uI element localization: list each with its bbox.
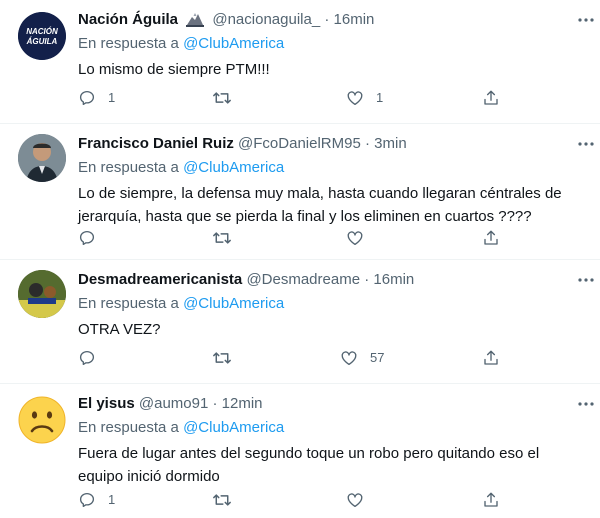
like-button[interactable] [346,228,376,248]
share-icon [484,350,498,365]
retweet-button[interactable] [212,228,244,248]
tweet[interactable]: El yisus @aumo91 · 12min En respuesta a … [0,384,600,518]
tweet-actions: 1 [78,490,548,510]
reply-prefix: En respuesta a [78,159,179,176]
tweet[interactable]: NACIÓN ÁGUILA Nación Águila @nacionaguil… [0,0,600,124]
reply-count: 1 [108,90,116,105]
retweet-icon [213,352,231,364]
share-icon [484,492,498,507]
tweet[interactable]: Francisco Daniel Ruiz @FcoDanielRM95 · 3… [0,124,600,260]
display-name[interactable]: Francisco Daniel Ruiz [78,135,234,152]
eagle-badge-icon [186,11,205,33]
retweet-button[interactable] [212,348,244,368]
retweet-icon [213,494,231,506]
tweet-actions [78,228,548,248]
reply-mention[interactable]: @ClubAmerica [183,35,284,52]
reply-prefix: En respuesta a [78,295,179,312]
more-icon[interactable] [576,134,596,154]
replies-feed: NACIÓN ÁGUILA Nación Águila @nacionaguil… [0,0,600,518]
reply-button[interactable] [78,348,108,368]
like-button[interactable]: 57 [340,348,384,368]
reply-icon [79,230,95,246]
like-count: 57 [370,350,385,365]
tweet-actions: 1 1 [78,88,548,108]
reply-button[interactable]: 1 [78,88,115,108]
reply-button[interactable] [78,228,108,248]
share-button[interactable] [482,88,500,108]
tweet-header: Francisco Daniel Ruiz @FcoDanielRM95 · 3… [78,134,554,154]
retweet-icon [213,92,231,104]
timestamp[interactable]: 16min [334,11,375,28]
like-icon [347,231,363,246]
share-button[interactable] [482,228,500,248]
reply-icon [79,90,95,106]
avatar-photo [18,134,66,182]
reply-icon [79,350,95,366]
more-icon[interactable] [576,10,596,30]
avatar-photo [18,270,66,318]
display-name[interactable]: El yisus [78,395,135,412]
share-button[interactable] [482,348,500,368]
tweet-header: Desmadreamericanista @Desmadreame · 16mi… [78,270,554,290]
display-name[interactable]: Nación Águila [78,11,178,28]
share-icon [484,90,498,105]
retweet-button[interactable] [212,88,244,108]
handle[interactable]: @Desmadreame [246,271,360,288]
like-count: 1 [376,90,384,105]
like-icon [347,91,363,106]
more-icon[interactable] [576,270,596,290]
like-button[interactable]: 1 [346,88,383,108]
reply-context: En respuesta a @ClubAmerica [78,34,284,54]
svg-text:NACIÓN: NACIÓN [26,27,58,36]
reply-prefix: En respuesta a [78,35,179,52]
reply-mention[interactable]: @ClubAmerica [183,419,284,436]
timestamp[interactable]: 16min [373,271,414,288]
handle[interactable]: @aumo91 [139,395,208,412]
timestamp[interactable]: 3min [374,135,407,152]
sad-face-icon [18,396,66,444]
avatar[interactable] [18,134,66,182]
share-button[interactable] [482,490,500,510]
tweet[interactable]: Desmadreamericanista @Desmadreame · 16mi… [0,260,600,384]
tweet-text: Lo de siempre, la defensa muy mala, hast… [78,185,562,225]
display-name[interactable]: Desmadreamericanista [78,271,242,288]
separator: · [364,271,370,288]
reply-context: En respuesta a @ClubAmerica [78,294,284,314]
handle[interactable]: @nacionaguila_ [212,11,320,28]
separator: · [212,395,218,412]
reply-icon [79,492,95,508]
tweet-actions: 57 [78,348,548,368]
reply-button[interactable]: 1 [78,490,115,510]
like-button[interactable] [346,490,376,510]
avatar-logo: NACIÓN ÁGUILA [18,12,66,60]
avatar[interactable]: NACIÓN ÁGUILA [18,12,66,60]
reply-mention[interactable]: @ClubAmerica [183,159,284,176]
avatar[interactable] [18,270,66,318]
more-icon[interactable] [576,394,596,414]
avatar[interactable] [18,396,66,444]
reply-mention[interactable]: @ClubAmerica [183,295,284,312]
handle[interactable]: @FcoDanielRM95 [238,135,361,152]
tweet-text: Fuera de lugar antes del segundo toque u… [78,445,540,485]
separator: · [365,135,370,152]
tweet-header: El yisus @aumo91 · 12min [78,394,554,414]
tweet-text: Lo mismo de siempre PTM!!! [78,61,270,78]
tweet-header: Nación Águila @nacionaguila_ · 16min [78,10,554,30]
separator: · [324,11,330,28]
reply-context: En respuesta a @ClubAmerica [78,418,284,438]
like-icon [341,351,357,366]
timestamp[interactable]: 12min [222,395,263,412]
tweet-text: OTRA VEZ? [78,321,161,338]
reply-context: En respuesta a @ClubAmerica [78,158,284,178]
retweet-button[interactable] [212,490,244,510]
svg-text:ÁGUILA: ÁGUILA [26,37,58,46]
retweet-icon [213,232,231,244]
reply-count: 1 [108,492,116,507]
like-icon [347,493,363,508]
reply-prefix: En respuesta a [78,419,179,436]
share-icon [484,230,498,245]
